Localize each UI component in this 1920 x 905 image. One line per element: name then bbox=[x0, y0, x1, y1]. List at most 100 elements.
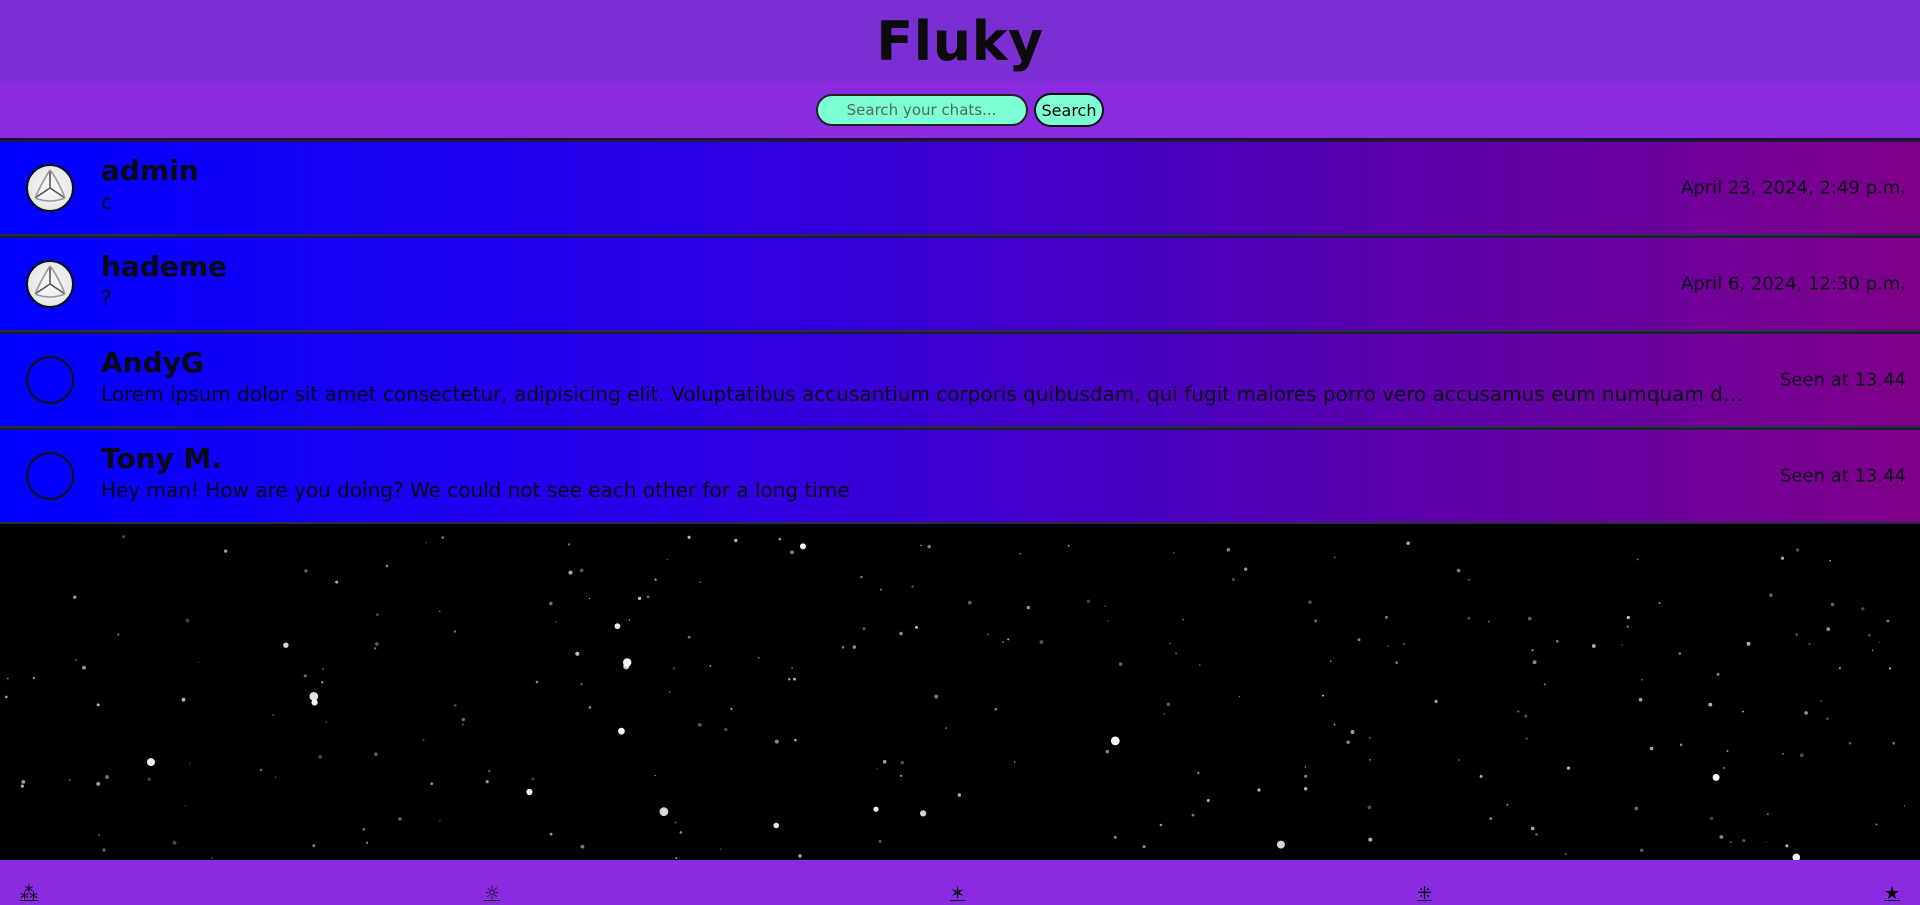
chat-item-admin[interactable]: admin c April 23, 2024, 2:49 p.m. bbox=[0, 140, 1920, 236]
search-button[interactable]: Search bbox=[1033, 93, 1105, 127]
star-dot bbox=[549, 601, 553, 606]
star-dot bbox=[526, 788, 533, 796]
star-dot bbox=[535, 680, 539, 684]
star-dot bbox=[1709, 816, 1714, 821]
star-dot bbox=[1888, 667, 1892, 670]
star-dot bbox=[375, 642, 379, 646]
star-dot bbox=[6, 677, 9, 680]
star-dot bbox=[774, 739, 779, 744]
chat-name: hademe bbox=[101, 250, 228, 283]
star-dot bbox=[1829, 559, 1832, 562]
star-dot bbox=[1276, 840, 1285, 849]
star-dot bbox=[899, 631, 903, 636]
star-dot bbox=[793, 677, 796, 681]
star-dot bbox=[1517, 710, 1520, 713]
star-dot bbox=[623, 658, 632, 667]
star-dot bbox=[757, 656, 760, 659]
star-dot bbox=[1039, 640, 1044, 644]
star-dot bbox=[1723, 766, 1726, 770]
star-dot bbox=[773, 822, 779, 829]
star-dot bbox=[74, 658, 77, 661]
star-dot bbox=[1174, 652, 1178, 655]
star-dot bbox=[1368, 758, 1371, 761]
avatar-pattern-icon bbox=[34, 265, 66, 298]
chat-item-andyg[interactable]: AndyG Lorem ipsum dolor sit amet consect… bbox=[0, 332, 1920, 428]
avatar bbox=[26, 452, 74, 500]
star-dot bbox=[1621, 644, 1624, 646]
star-dot bbox=[1875, 823, 1878, 826]
star-dot bbox=[790, 550, 794, 555]
star-dot bbox=[1333, 556, 1336, 559]
star-dot bbox=[628, 619, 630, 621]
star-dot bbox=[224, 549, 228, 553]
sun-icon[interactable]: ☼ bbox=[484, 883, 500, 905]
star-dot bbox=[1804, 711, 1808, 715]
star-dot bbox=[68, 779, 71, 782]
star-dot bbox=[1712, 773, 1720, 781]
filled-star-icon[interactable]: ★ bbox=[1884, 883, 1900, 905]
search-input[interactable] bbox=[815, 94, 1028, 126]
star-dot bbox=[987, 633, 990, 636]
sparkle-icon[interactable]: ⁜ bbox=[1417, 883, 1432, 905]
star-dot bbox=[1506, 803, 1509, 806]
star-dot bbox=[1402, 642, 1406, 646]
star-dot bbox=[1524, 714, 1528, 718]
star-dot bbox=[568, 570, 573, 575]
chat-time: April 6, 2024, 12:30 p.m. bbox=[1680, 273, 1906, 295]
star-dot bbox=[21, 780, 26, 784]
star-icon[interactable]: ✶ bbox=[950, 883, 965, 905]
star-dot bbox=[1304, 787, 1308, 791]
star-dot bbox=[1649, 746, 1654, 751]
star-dot bbox=[1173, 552, 1175, 554]
star-dot bbox=[1367, 805, 1372, 810]
star-dot bbox=[531, 777, 535, 781]
star-dot bbox=[679, 831, 683, 834]
star-dot bbox=[172, 840, 177, 845]
chat-item-tony-m[interactable]: Tony M. Hey man! How are you doing? We c… bbox=[0, 428, 1920, 524]
star-dot bbox=[637, 596, 642, 601]
chat-item-hademe[interactable]: hademe ? April 6, 2024, 12:30 p.m. bbox=[0, 236, 1920, 332]
star-dot bbox=[1838, 667, 1841, 670]
star-dot bbox=[580, 844, 585, 849]
star-dot bbox=[1785, 844, 1789, 848]
chat-time: Seen at 13.44 bbox=[1779, 465, 1906, 487]
star-dot bbox=[1641, 678, 1643, 681]
star-dot bbox=[147, 758, 155, 767]
star-dot bbox=[1795, 633, 1798, 636]
star-dot bbox=[1458, 758, 1461, 762]
star-dot bbox=[335, 580, 339, 584]
star-dot bbox=[778, 537, 782, 541]
star-dot bbox=[184, 805, 187, 807]
chat-name: Tony M. bbox=[101, 442, 223, 475]
star-dot bbox=[309, 692, 319, 701]
star-dot bbox=[920, 810, 927, 817]
star-dot bbox=[734, 538, 738, 543]
star-dot bbox=[1525, 737, 1528, 740]
star-dot bbox=[1679, 743, 1683, 747]
avatar bbox=[26, 356, 74, 404]
star-dot bbox=[1799, 753, 1804, 758]
star-dot bbox=[589, 597, 591, 600]
star-dot bbox=[1106, 620, 1109, 622]
star-dot bbox=[1848, 741, 1852, 745]
star-dot bbox=[385, 564, 388, 567]
star-dot bbox=[945, 727, 948, 730]
star-dot bbox=[800, 543, 806, 550]
star-dot bbox=[934, 694, 939, 699]
star-dot bbox=[105, 775, 109, 779]
asterism-icon[interactable]: ⁂ bbox=[20, 883, 38, 905]
star-dot bbox=[876, 768, 878, 770]
star-dot bbox=[1304, 774, 1308, 778]
star-dot bbox=[1226, 548, 1231, 552]
chat-text: admin c bbox=[101, 154, 1760, 216]
chat-message: c bbox=[101, 190, 112, 214]
star-dot bbox=[1238, 696, 1240, 698]
star-dot bbox=[860, 575, 863, 579]
star-dot bbox=[672, 667, 676, 670]
app-header: Fluky bbox=[0, 0, 1920, 82]
star-dot bbox=[900, 761, 904, 765]
star-dot bbox=[441, 536, 445, 539]
star-dot bbox=[668, 691, 671, 693]
star-dot bbox=[1019, 552, 1022, 555]
star-dot bbox=[549, 832, 553, 836]
